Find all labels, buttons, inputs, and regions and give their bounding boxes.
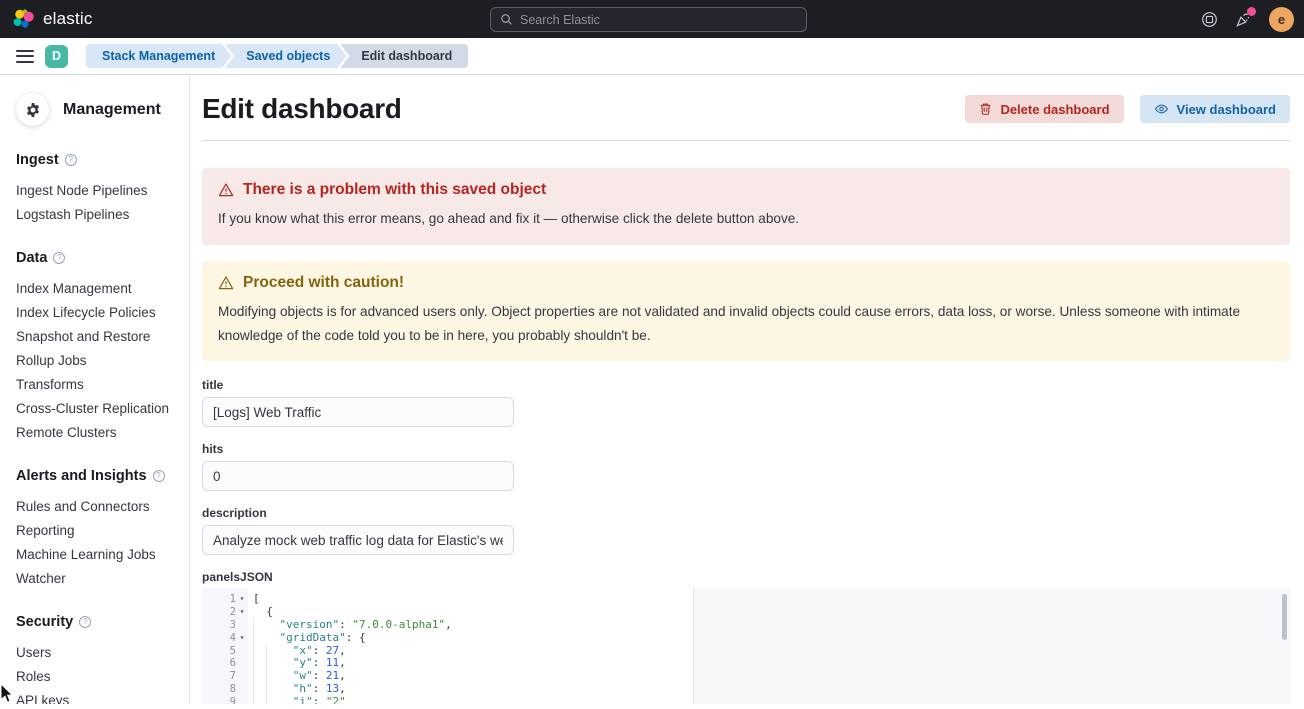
breadcrumb-stack-management[interactable]: Stack Management (86, 44, 231, 68)
gear-icon (16, 93, 49, 126)
search-input[interactable] (520, 13, 797, 27)
question-circle-icon[interactable]: ? (153, 470, 165, 482)
page-title: Edit dashboard (202, 93, 965, 125)
sidebar-item-machine-learning-jobs[interactable]: Machine Learning Jobs (16, 542, 181, 566)
sidebar-item-index-lifecycle-policies[interactable]: Index Lifecycle Policies (16, 300, 181, 324)
question-circle-icon[interactable]: ? (53, 252, 65, 264)
section-label: Data (16, 250, 47, 266)
code-line: 8 "h": 13, (202, 683, 1290, 696)
fold-arrow-icon[interactable]: ▾ (236, 606, 248, 619)
line-number: 9 (202, 696, 248, 704)
line-number: 3 (202, 619, 248, 632)
sidebar-nav: Ingest? Ingest Node PipelinesLogstash Pip… (16, 152, 181, 704)
question-circle-icon[interactable]: ? (79, 616, 91, 628)
breadcrumb-bar: D Stack ManagementSaved objectsEdit dash… (0, 38, 1304, 75)
line-number: 6 (202, 657, 248, 670)
alert-triangle-icon (218, 182, 234, 198)
error-callout: There is a problem with this saved objec… (202, 168, 1290, 245)
sidebar-item-roles[interactable]: Roles (16, 664, 181, 688)
view-dashboard-button[interactable]: View dashboard (1140, 95, 1290, 123)
line-number: 1▾ (202, 593, 248, 606)
error-callout-title: There is a problem with this saved objec… (243, 181, 546, 199)
sidebar-item-reporting[interactable]: Reporting (16, 518, 181, 542)
brand-name: elastic (43, 9, 93, 29)
section-label: Security (16, 614, 73, 630)
title-field-label: title (202, 378, 1290, 392)
sidebar-item-remote-clusters[interactable]: Remote Clusters (16, 420, 181, 444)
line-number: 2▾ (202, 606, 248, 619)
sidebar-section-ingest: Ingest? (16, 152, 181, 168)
question-circle-icon[interactable]: ? (65, 154, 77, 166)
sidebar-item-rules-and-connectors[interactable]: Rules and Connectors (16, 494, 181, 518)
line-number: 8 (202, 683, 248, 696)
notification-dot (1247, 7, 1256, 16)
top-header: elastic e (0, 0, 1304, 38)
breadcrumb-edit-dashboard: Edit dashboard (340, 44, 468, 68)
warning-callout-body: Modifying objects is for advanced users … (218, 300, 1274, 348)
elastic-home-link[interactable]: elastic (12, 8, 93, 30)
line-number: 4▾ (202, 632, 248, 645)
eye-icon (1154, 102, 1169, 116)
description-field-label: description (202, 506, 1290, 520)
breadcrumbs: Stack ManagementSaved objectsEdit dashbo… (86, 44, 468, 68)
sidebar-item-logstash-pipelines[interactable]: Logstash Pipelines (16, 202, 181, 226)
elastic-logo-icon (12, 8, 35, 30)
mouse-cursor (0, 684, 14, 709)
code-line: 7 "w": 21, (202, 670, 1290, 683)
alert-triangle-icon (218, 275, 234, 291)
panelsjson-editor[interactable]: 1▾[2▾ {3 "version": "7.0.0-alpha1",4▾ "g… (202, 588, 1290, 704)
description-field-input[interactable] (202, 525, 514, 555)
hits-field-input[interactable] (202, 461, 514, 491)
menu-icon[interactable] (16, 50, 34, 63)
code-line: 6 "y": 11, (202, 657, 1290, 670)
sidebar-section-security: Security? (16, 614, 181, 630)
space-badge[interactable]: D (45, 45, 68, 68)
editor-scrollbar[interactable] (1282, 594, 1287, 640)
main-content: Edit dashboard Delete dashboard (190, 75, 1304, 704)
sidebar-section-data: Data? (16, 250, 181, 266)
sidebar-item-rollup-jobs[interactable]: Rollup Jobs (16, 348, 181, 372)
sidebar-item-snapshot-and-restore[interactable]: Snapshot and Restore (16, 324, 181, 348)
section-label: Ingest (16, 152, 59, 168)
global-search[interactable] (490, 7, 807, 32)
newsfeed-icon[interactable] (1235, 11, 1252, 28)
code-line: 1▾[ (202, 593, 1290, 606)
code-line: 9 "i": "2" (202, 696, 1290, 704)
code-line: 5 "x": 27, (202, 645, 1290, 658)
delete-dashboard-button[interactable]: Delete dashboard (965, 95, 1123, 123)
code-lines: 1▾[2▾ {3 "version": "7.0.0-alpha1",4▾ "g… (202, 588, 1290, 704)
management-sidebar: Management Ingest? Ingest Node PipelinesL… (0, 75, 190, 704)
panelsjson-label: panelsJSON (202, 570, 1290, 584)
sidebar-title: Management (63, 101, 161, 119)
title-divider (202, 140, 1290, 141)
hits-field-label: hits (202, 442, 1290, 456)
sidebar-item-ingest-node-pipelines[interactable]: Ingest Node Pipelines (16, 178, 181, 202)
user-avatar[interactable]: e (1269, 7, 1294, 32)
sidebar-section-alerts-and-insights: Alerts and Insights? (16, 468, 181, 484)
error-callout-body: If you know what this error means, go ah… (218, 207, 1274, 231)
line-number: 7 (202, 670, 248, 683)
sidebar-item-api-keys[interactable]: API keys (16, 688, 181, 704)
section-label: Alerts and Insights (16, 468, 147, 484)
search-icon (500, 13, 513, 26)
sidebar-item-index-management[interactable]: Index Management (16, 276, 181, 300)
sidebar-item-users[interactable]: Users (16, 640, 181, 664)
help-icon[interactable] (1201, 11, 1218, 28)
warning-callout-title: Proceed with caution! (243, 274, 404, 292)
sidebar-item-transforms[interactable]: Transforms (16, 372, 181, 396)
code-line: 4▾ "gridData": { (202, 632, 1290, 645)
title-field-input[interactable] (202, 397, 514, 427)
sidebar-item-cross-cluster-replication[interactable]: Cross-Cluster Replication (16, 396, 181, 420)
fold-arrow-icon[interactable]: ▾ (236, 593, 248, 606)
warning-callout: Proceed with caution! Modifying objects … (202, 261, 1290, 362)
trash-icon (979, 102, 992, 116)
sidebar-item-watcher[interactable]: Watcher (16, 566, 181, 590)
line-number: 5 (202, 645, 248, 658)
breadcrumb-saved-objects[interactable]: Saved objects (225, 44, 346, 68)
fold-arrow-icon[interactable]: ▾ (236, 632, 248, 645)
